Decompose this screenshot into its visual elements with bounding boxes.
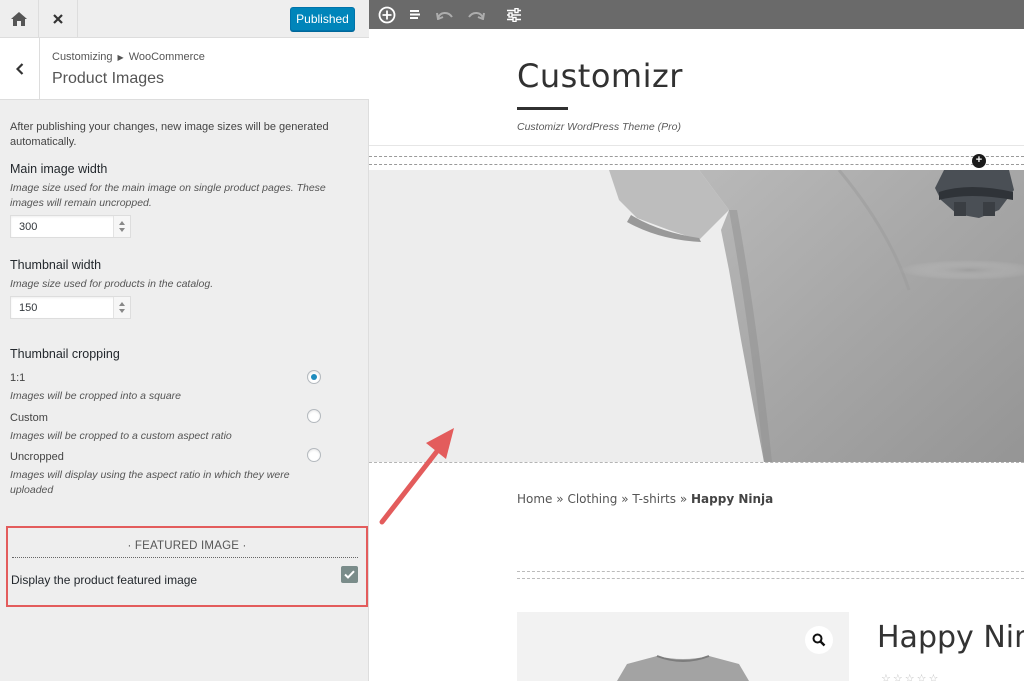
- product-breadcrumb: Home » Clothing » T-shirts » Happy Ninja: [517, 492, 773, 506]
- customizer-panel: Published Customizing ▶ WooCommerce Produc…: [0, 0, 369, 681]
- product-hero-image: [369, 170, 1024, 462]
- rating-stars: ☆☆☆☆☆: [881, 673, 941, 681]
- undo-button[interactable]: [432, 0, 458, 29]
- main-image-width-spinner[interactable]: [113, 216, 130, 237]
- site-preview: Customizr Customizr WordPress Theme (Pro…: [369, 0, 1024, 681]
- crop-option-custom-description: Images will be cropped to a custom aspec…: [10, 430, 232, 442]
- add-widget-icon[interactable]: +: [972, 154, 986, 168]
- main-image-width-description: Image size used for the main image on si…: [10, 182, 326, 209]
- main-image-width-value: 300: [19, 221, 38, 233]
- add-button[interactable]: [374, 0, 400, 29]
- thumbnail-width-value: 150: [19, 302, 38, 314]
- thumbnail-width-input[interactable]: 150: [10, 296, 131, 319]
- main-image-width-title: Main image width: [10, 162, 108, 176]
- thumbnail-width-description: Image size used for products in the cata…: [10, 278, 214, 290]
- featured-image-heading: · FEATURED IMAGE ·: [127, 540, 247, 552]
- site-title[interactable]: Customizr: [517, 57, 683, 95]
- site-tagline: Customizr WordPress Theme (Pro): [517, 121, 681, 133]
- customizer-topbar: Published: [0, 0, 369, 38]
- redo-button[interactable]: [463, 0, 489, 29]
- breadcrumb-separator: »: [679, 492, 688, 506]
- crop-option-1-1-label: 1:1: [10, 372, 26, 384]
- home-button[interactable]: [0, 0, 39, 38]
- publish-button[interactable]: Published: [290, 7, 355, 31]
- crop-option-uncropped-label: Uncropped: [10, 451, 64, 463]
- checkmark-icon: [344, 570, 355, 579]
- tshirt-photo: [609, 170, 1024, 462]
- sliders-icon: [507, 7, 521, 22]
- close-button[interactable]: [39, 0, 78, 38]
- thumbnail-width-spinner[interactable]: [113, 297, 130, 318]
- title-underline: [517, 107, 568, 110]
- breadcrumb: Customizing ▶ WooCommerce: [52, 51, 205, 63]
- close-icon: [53, 14, 63, 24]
- redo-icon: [468, 11, 485, 20]
- menu-icon: [410, 10, 420, 19]
- crop-option-1-1-description: Images will be cropped into a square: [10, 390, 182, 402]
- thumbnail-cropping-title: Thumbnail cropping: [10, 347, 120, 361]
- tshirt-thumbnail: [617, 655, 749, 681]
- breadcrumb-clothing-link[interactable]: Clothing: [567, 492, 617, 506]
- add-circle-icon: [378, 6, 396, 23]
- breadcrumb-separator: »: [556, 492, 564, 506]
- breadcrumb-home-link[interactable]: Home: [517, 492, 552, 506]
- breadcrumb-parent: WooCommerce: [128, 51, 205, 63]
- crop-option-uncropped-radio[interactable]: [307, 448, 321, 462]
- crop-option-1-1-radio[interactable]: [307, 370, 321, 384]
- main-image-width-input[interactable]: 300: [10, 215, 131, 238]
- settings-button[interactable]: [501, 0, 527, 29]
- widget-zone-outline: [369, 156, 1024, 165]
- featured-image-checkbox[interactable]: [341, 566, 358, 583]
- crop-option-uncropped-description: Images will display using the aspect rat…: [10, 469, 290, 496]
- breadcrumb-separator: »: [621, 492, 629, 506]
- product-gallery-image[interactable]: [517, 612, 849, 681]
- preview-toolbar: [369, 0, 1024, 29]
- divider: [12, 557, 358, 558]
- magnifier-icon: [812, 633, 826, 647]
- back-button[interactable]: [0, 38, 40, 99]
- hero-divider: [369, 462, 1024, 463]
- thumbnail-width-title: Thumbnail width: [10, 258, 102, 272]
- breadcrumb-tshirts-link[interactable]: T-shirts: [632, 492, 676, 506]
- zoom-button[interactable]: [805, 626, 833, 654]
- header-divider: [369, 145, 1024, 146]
- caret-right-icon: ▶: [117, 53, 124, 62]
- chevron-left-icon: [15, 62, 23, 75]
- breadcrumb-current: Happy Ninja: [691, 492, 774, 506]
- breadcrumb-root: Customizing: [52, 51, 113, 63]
- featured-image-highlight: · FEATURED IMAGE · Display the product f…: [6, 526, 368, 607]
- home-icon: [11, 12, 27, 26]
- crop-option-custom-radio[interactable]: [307, 409, 321, 423]
- featured-image-label: Display the product featured image: [11, 573, 198, 587]
- regenerate-notice: After publishing your changes, new image…: [10, 121, 329, 148]
- menu-button[interactable]: [402, 0, 428, 29]
- undo-icon: [436, 11, 453, 20]
- section-title: Product Images: [52, 70, 165, 87]
- section-header: Customizing ▶ WooCommerce Product Images: [0, 38, 369, 100]
- widget-zone-outline: [517, 571, 1024, 579]
- crop-option-custom-label: Custom: [10, 412, 48, 424]
- product-title: Happy Ninja: [877, 620, 1024, 655]
